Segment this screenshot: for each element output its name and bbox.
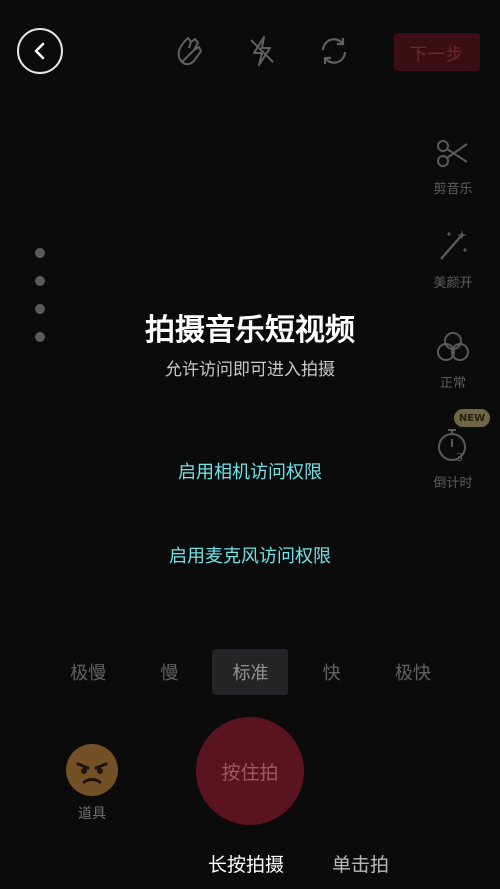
next-step-button[interactable]: 下一步	[394, 33, 480, 71]
switch-camera-icon[interactable]	[317, 34, 351, 68]
speed-option-fast[interactable]: 快	[303, 649, 361, 695]
beauty-wand-icon	[440, 230, 467, 260]
new-badge: NEW	[454, 409, 490, 427]
permission-subtitle: 允许访问即可进入拍摄	[165, 360, 335, 380]
enable-microphone-link[interactable]: 启用麦克风访问权限	[0, 542, 500, 568]
flash-off-icon[interactable]	[245, 34, 279, 68]
hold-to-record-button[interactable]: 按住拍	[196, 717, 304, 825]
mode-long-press[interactable]: 长按拍摄	[208, 850, 284, 877]
scissors-music-icon	[437, 140, 468, 167]
enable-camera-link[interactable]: 启用相机访问权限	[0, 458, 500, 484]
beauty-label: 美颜开	[433, 276, 473, 291]
shoot-label: 按住拍	[221, 761, 279, 784]
back-button[interactable]	[17, 28, 63, 74]
permission-title: 拍摄音乐短视频	[145, 313, 355, 348]
speed-option-slow[interactable]: 慢	[140, 649, 198, 695]
emoji-face-icon	[67, 745, 117, 795]
cut-music-button[interactable]: 剪音乐	[424, 136, 482, 197]
cut-music-label: 剪音乐	[433, 182, 473, 197]
page-indicator-dot	[35, 276, 45, 286]
mode-tap[interactable]: 单击拍	[332, 850, 389, 877]
page-indicator-dot	[35, 248, 45, 258]
chevron-left-icon	[34, 42, 45, 60]
speed-option-very-fast[interactable]: 极快	[375, 649, 451, 695]
props-label: 道具	[78, 806, 106, 822]
speed-option-very-slow[interactable]: 极慢	[50, 649, 126, 695]
beauty-toggle-button[interactable]: 美颜开	[424, 228, 482, 291]
speed-selector: 极慢 慢 标准 快 极快	[43, 648, 458, 696]
props-button[interactable]	[66, 744, 118, 796]
hand-wave-icon[interactable]	[172, 34, 206, 68]
speed-option-standard[interactable]: 标准	[212, 649, 289, 695]
